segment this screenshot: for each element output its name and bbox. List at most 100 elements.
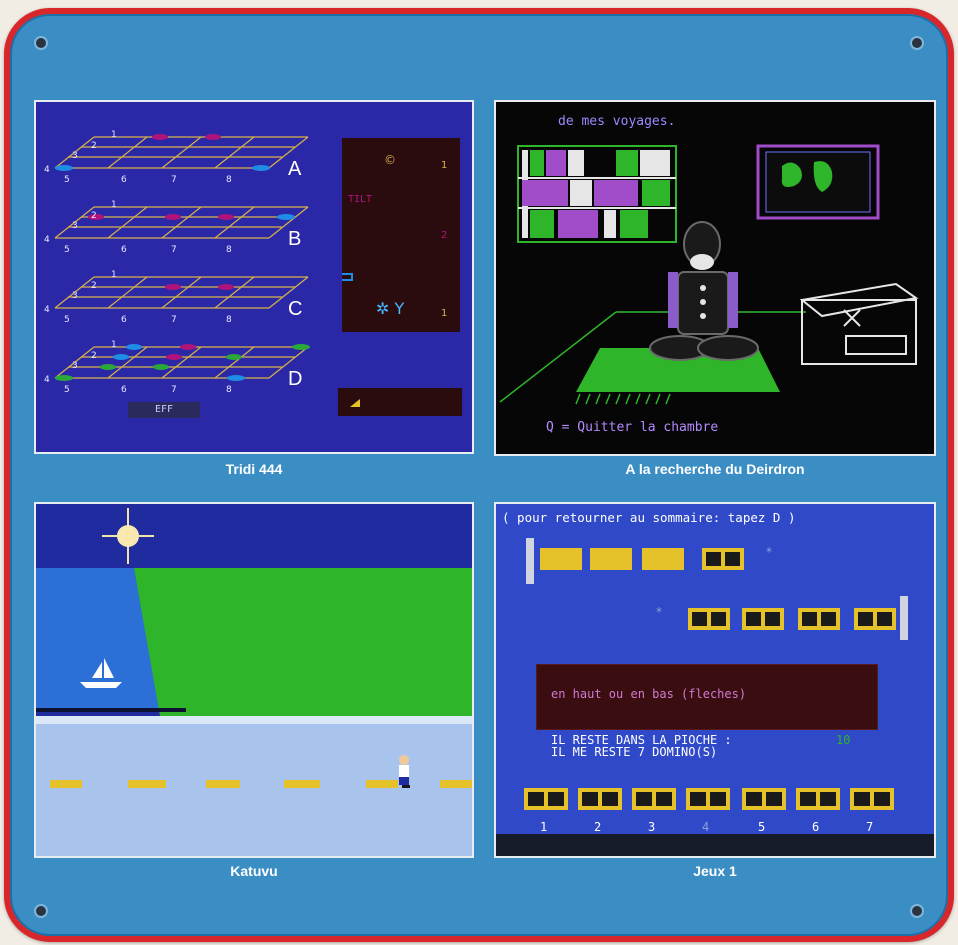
katuvu-scene bbox=[36, 504, 472, 856]
svg-text:2: 2 bbox=[91, 351, 97, 361]
tridi-row-label-c: C bbox=[288, 298, 303, 320]
svg-text:3: 3 bbox=[72, 221, 78, 231]
tridi-piece bbox=[180, 344, 196, 350]
deirdron-title-text: de mes voyages. bbox=[558, 114, 676, 129]
svg-text:7: 7 bbox=[171, 385, 177, 395]
domino-tile bbox=[798, 608, 840, 630]
svg-text:4: 4 bbox=[44, 305, 50, 315]
katuvu-grass bbox=[134, 568, 472, 716]
svg-text:*: * bbox=[766, 545, 772, 559]
svg-text:6: 6 bbox=[121, 245, 127, 255]
jeux-message-box: en haut ou en bas (fleches) bbox=[536, 664, 878, 730]
rivet-bottom-left bbox=[36, 906, 46, 916]
tridi-piece bbox=[292, 344, 310, 350]
svg-text:*: * bbox=[656, 605, 662, 619]
deirdron-caption: A la recherche du Deirdron bbox=[625, 461, 805, 477]
svg-text:1: 1 bbox=[111, 340, 117, 350]
jeux-bottom-bar bbox=[496, 834, 934, 856]
deirdron-room bbox=[499, 144, 919, 405]
svg-text:4: 4 bbox=[44, 235, 50, 245]
tridi-tilt-label: TILT bbox=[348, 194, 373, 205]
jeux-slot-number[interactable]: 2 bbox=[594, 820, 601, 834]
svg-text:7: 7 bbox=[171, 245, 177, 255]
jeux-slot-number[interactable]: 5 bbox=[758, 820, 765, 834]
tridi-piece bbox=[277, 214, 295, 220]
jeux-slot-number[interactable]: 6 bbox=[812, 820, 819, 834]
katuvu-panel[interactable] bbox=[34, 502, 474, 858]
deirdron-map bbox=[756, 144, 880, 220]
deirdron-quit-option[interactable]: Q = Quitter la chambre bbox=[546, 420, 718, 435]
svg-text:2: 2 bbox=[91, 141, 97, 151]
svg-text:1: 1 bbox=[441, 308, 447, 319]
svg-text:8: 8 bbox=[226, 175, 232, 185]
jeux-stock-value: 10 bbox=[836, 733, 851, 747]
tridi-piece bbox=[126, 344, 142, 350]
svg-text:5: 5 bbox=[64, 175, 70, 185]
svg-text:1: 1 bbox=[111, 130, 117, 140]
jeux-slot-number[interactable]: 7 bbox=[866, 820, 873, 834]
domino-tile bbox=[742, 608, 784, 630]
rivet-bottom-right bbox=[912, 906, 922, 916]
jeux-slot-number[interactable]: 1 bbox=[540, 820, 547, 834]
svg-text:1: 1 bbox=[441, 160, 447, 171]
domino-tile bbox=[854, 608, 896, 630]
jeux-slot-number[interactable]: 4 bbox=[702, 820, 709, 834]
svg-text:8: 8 bbox=[226, 315, 232, 325]
jeux-remaining-label: IL ME RESTE 7 DOMINO(S) bbox=[551, 745, 718, 759]
jeux-panel[interactable]: ( pour retourner au sommaire: tapez D ) … bbox=[494, 502, 936, 858]
svg-text:1: 1 bbox=[111, 200, 117, 210]
tridi-piece bbox=[166, 354, 182, 360]
svg-text:2: 2 bbox=[441, 230, 447, 241]
tridi-piece bbox=[113, 354, 129, 360]
svg-text:5: 5 bbox=[64, 245, 70, 255]
tridi-piece bbox=[227, 375, 245, 381]
svg-text:7: 7 bbox=[171, 315, 177, 325]
tridi-row-label-d: D bbox=[288, 368, 303, 390]
domino-tile bbox=[686, 788, 730, 810]
svg-text:5: 5 bbox=[64, 385, 70, 395]
svg-text:3: 3 bbox=[72, 291, 78, 301]
tridi-piece bbox=[55, 165, 73, 171]
svg-text:6: 6 bbox=[121, 315, 127, 325]
tridi-panel[interactable]: 1234 5678 1234 5678 1234 5678 1234 5678 … bbox=[34, 100, 474, 454]
svg-text:5: 5 bbox=[64, 315, 70, 325]
rivet-top-right bbox=[912, 38, 922, 48]
svg-text:2: 2 bbox=[91, 281, 97, 291]
domino-tile bbox=[796, 788, 840, 810]
tridi-caption: Tridi 444 bbox=[225, 461, 283, 477]
svg-text:6: 6 bbox=[121, 385, 127, 395]
domino-tile bbox=[702, 548, 744, 570]
svg-text:6: 6 bbox=[121, 175, 127, 185]
tridi-piece bbox=[226, 354, 242, 360]
tridi-row-label-a: A bbox=[288, 158, 302, 180]
tridi-piece bbox=[218, 214, 234, 220]
domino-tile bbox=[632, 788, 676, 810]
svg-text:1: 1 bbox=[111, 270, 117, 280]
tridi-piece bbox=[100, 364, 116, 370]
tridi-eff-button[interactable]: EFF bbox=[128, 402, 200, 418]
svg-text:3: 3 bbox=[72, 151, 78, 161]
tridi-piece bbox=[218, 284, 234, 290]
jeux-message-text: en haut ou en bas (fleches) bbox=[551, 687, 747, 701]
svg-text:3: 3 bbox=[72, 361, 78, 371]
deirdron-panel[interactable]: de mes voyages. Q = Quitter la chambre bbox=[494, 100, 936, 456]
svg-text:8: 8 bbox=[226, 385, 232, 395]
svg-text:4: 4 bbox=[44, 375, 50, 385]
domino-tile bbox=[742, 788, 786, 810]
tridi-row-label-b: B bbox=[288, 228, 302, 250]
jeux-slot-number[interactable]: 3 bbox=[648, 820, 655, 834]
tridi-piece bbox=[55, 375, 73, 381]
domino-hand bbox=[524, 788, 894, 810]
domino-tile bbox=[578, 788, 622, 810]
katuvu-caption: Katuvu bbox=[230, 863, 278, 879]
tridi-piece bbox=[153, 364, 169, 370]
tridi-cup-icon: ✲ Y bbox=[376, 299, 404, 318]
tridi-piece bbox=[252, 165, 270, 171]
rivet-top-left bbox=[36, 38, 46, 48]
svg-text:7: 7 bbox=[171, 175, 177, 185]
jeux-caption: Jeux 1 bbox=[693, 863, 737, 879]
tridi-piece bbox=[165, 214, 181, 220]
svg-text:2: 2 bbox=[91, 211, 97, 221]
tridi-piece bbox=[165, 284, 181, 290]
katuvu-character bbox=[399, 755, 410, 788]
